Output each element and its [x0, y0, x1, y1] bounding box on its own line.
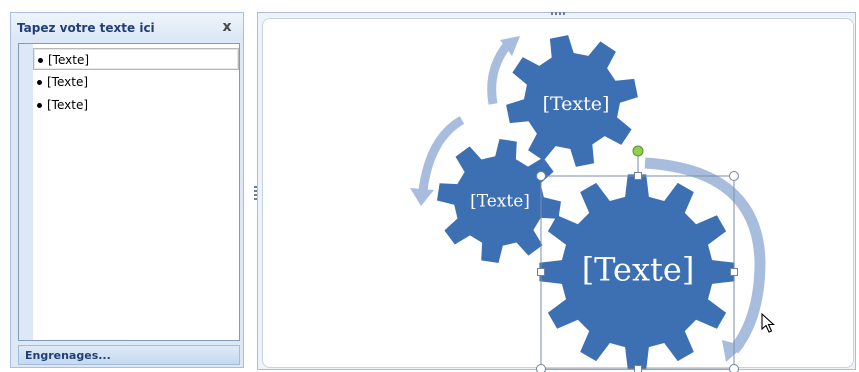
gear-large-label: [Texte] — [582, 251, 695, 289]
resize-handle-icon[interactable] — [634, 365, 642, 372]
rotate-handle-icon[interactable] — [632, 145, 644, 157]
gear-left-label: [Texte] — [470, 192, 530, 212]
gear-top-label: [Texte] — [543, 93, 610, 115]
resize-handle-icon[interactable] — [536, 364, 546, 372]
resize-handle-icon[interactable] — [634, 172, 642, 180]
resize-handle-icon[interactable] — [729, 364, 739, 372]
resize-handle-icon[interactable] — [729, 171, 739, 181]
resize-handle-icon[interactable] — [536, 171, 546, 181]
resize-handle-icon[interactable] — [730, 268, 738, 276]
mouse-pointer-icon — [761, 313, 775, 333]
resize-handle-icon[interactable] — [537, 268, 545, 276]
gear-diagram: [Texte] [Texte] [Texte] — [410, 35, 766, 372]
